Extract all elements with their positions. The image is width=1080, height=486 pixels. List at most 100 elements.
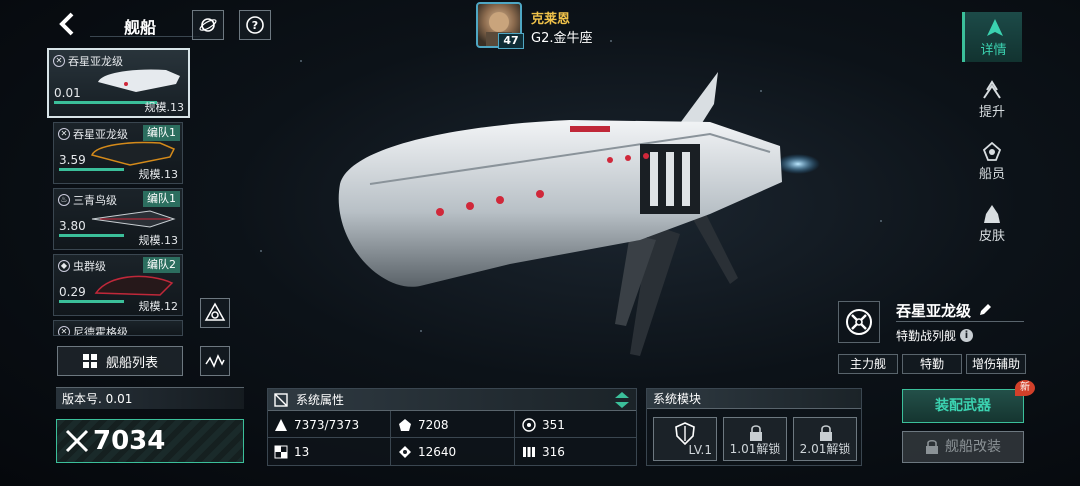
edit-pencil-icon[interactable]	[978, 303, 992, 317]
stat-shield: 351	[522, 412, 565, 438]
crosshair-icon	[846, 309, 872, 335]
module-slot-3[interactable]: 2.01解锁	[793, 417, 857, 461]
module-slot-1[interactable]: LV.1	[653, 417, 717, 461]
grid-line	[390, 411, 391, 465]
tag-main-ship: 主力舰	[838, 354, 898, 374]
system-modules-panel: 系统模块 LV.1 1.01解锁 2.01解锁	[646, 388, 862, 466]
star	[880, 220, 882, 222]
module-level: LV.1	[688, 443, 712, 457]
star	[260, 250, 262, 252]
formation-icon	[204, 302, 226, 321]
ship-role: 特勤战列舰 i	[896, 327, 974, 344]
sort-toggle-icon[interactable]	[614, 391, 630, 409]
crosshair-icon: ✕	[58, 326, 70, 335]
tag-special-duty: 特勤	[902, 354, 962, 374]
stat-armor: 7208	[398, 412, 449, 438]
ship-name-text: 吞星亚龙级	[896, 302, 972, 320]
ship-thumbnail	[94, 275, 174, 296]
checker-icon	[274, 445, 288, 459]
shield-icon: ◆	[58, 260, 70, 272]
chevron-left-icon	[59, 12, 74, 36]
nav-details[interactable]: 详情	[962, 12, 1022, 62]
ship-list-button[interactable]: 舰船列表	[57, 346, 183, 376]
ship-type-label: ✕ 尼德霍格级	[58, 324, 128, 335]
ship-class-icon	[838, 301, 880, 343]
ship-card-1[interactable]: ✕ 吞星亚龙级 编队1 3.59 规模.13	[53, 122, 183, 184]
nav-crew[interactable]: 船员	[962, 136, 1022, 186]
name-underline	[896, 321, 1024, 322]
shield-icon	[522, 418, 536, 432]
ship-scale: 规模.13	[144, 101, 185, 114]
ship-thumbnail	[98, 69, 180, 92]
ship-name: 吞星亚龙级	[896, 300, 992, 321]
module-slot-2[interactable]: 1.01解锁	[723, 417, 787, 461]
attributes-icon	[274, 393, 288, 407]
crossed-swords-icon	[65, 429, 89, 453]
modules-header: 系统模块	[647, 389, 861, 409]
module-unlock-label: 1.01解锁	[729, 442, 781, 456]
stats-title: 系统属性	[296, 393, 345, 407]
hull-icon	[275, 419, 287, 431]
wave-emblem-icon	[205, 354, 225, 368]
question-icon: ?	[246, 16, 264, 34]
ship-progress-bar	[59, 300, 124, 303]
stat-crew: 13	[274, 439, 309, 465]
refit-label: 舰船改装	[945, 439, 1001, 455]
crosshair-icon: ✕	[53, 55, 65, 67]
ship-progress-bar	[54, 101, 157, 104]
version-label: 版本号. 0.01	[56, 387, 244, 409]
nav-label: 详情	[980, 43, 1007, 58]
title-divider	[90, 36, 200, 37]
player-level: 47	[498, 33, 524, 49]
ship-refit-button[interactable]: 舰船改装	[902, 431, 1024, 463]
target-icon	[399, 446, 411, 458]
ship-role-text: 特勤战列舰	[896, 329, 957, 343]
ship-value: 3.59	[59, 153, 86, 167]
player-rank: G2.金牛座	[531, 31, 593, 46]
ship-value: 0.29	[59, 285, 86, 299]
help-button[interactable]: ?	[239, 10, 271, 40]
upgrade-icon	[983, 80, 1001, 99]
combat-power-value: 7034	[93, 426, 166, 456]
nav-skin[interactable]: 皮肤	[962, 198, 1022, 248]
crosshair-icon: ✕	[58, 128, 70, 140]
stat-speed: 316	[522, 439, 565, 465]
ship-card-4[interactable]: ✕ 尼德霍格级	[53, 320, 183, 336]
back-button[interactable]	[56, 10, 80, 38]
info-icon[interactable]: i	[960, 329, 974, 342]
ship-scale: 规模.13	[138, 234, 179, 247]
new-badge: 新	[1015, 380, 1035, 396]
ship-list-label: 舰船列表	[105, 355, 158, 371]
ship-thumbnail	[90, 141, 176, 166]
svg-text:?: ?	[252, 19, 258, 32]
ship-card-0[interactable]: ✕ 吞星亚龙级 0.01 规模.13	[47, 48, 190, 118]
ship-value: 3.80	[59, 219, 86, 233]
stat-hull: 7373/7373	[274, 412, 359, 438]
right-nav: 详情 提升 船员 皮肤	[962, 12, 1022, 252]
nav-label: 提升	[978, 105, 1005, 120]
star	[610, 40, 612, 42]
page-title: 舰船	[124, 18, 157, 37]
crew-icon	[983, 142, 1001, 161]
nav-label: 船员	[978, 167, 1005, 182]
ship-card-3[interactable]: ◆ 虫群级 编队2 0.29 规模.12	[53, 254, 183, 316]
ship-value: 0.01	[54, 86, 81, 100]
nav-upgrade[interactable]: 提升	[962, 74, 1022, 124]
armor-icon	[399, 419, 411, 431]
emblem-button[interactable]	[200, 346, 230, 376]
module-unlock-label: 2.01解锁	[799, 442, 851, 456]
tag-damage-support: 增伤辅助	[966, 354, 1026, 374]
grid-line	[514, 411, 515, 465]
speed-icon	[523, 447, 535, 457]
star	[300, 60, 302, 62]
combat-power: 7034	[56, 419, 244, 463]
formation-button[interactable]	[200, 298, 230, 328]
ship-card-2[interactable]: ♨ 三青鸟级 编队1 3.80 规模.13	[53, 188, 183, 250]
ship-scale: 规模.12	[138, 300, 179, 313]
lock-icon	[926, 439, 938, 454]
player-name: 克莱恩	[531, 12, 571, 27]
equip-weapons-button[interactable]: 装配武器	[902, 389, 1024, 423]
ship-render	[338, 72, 820, 356]
ship-progress-bar	[59, 168, 124, 171]
galaxy-button[interactable]	[192, 10, 224, 40]
